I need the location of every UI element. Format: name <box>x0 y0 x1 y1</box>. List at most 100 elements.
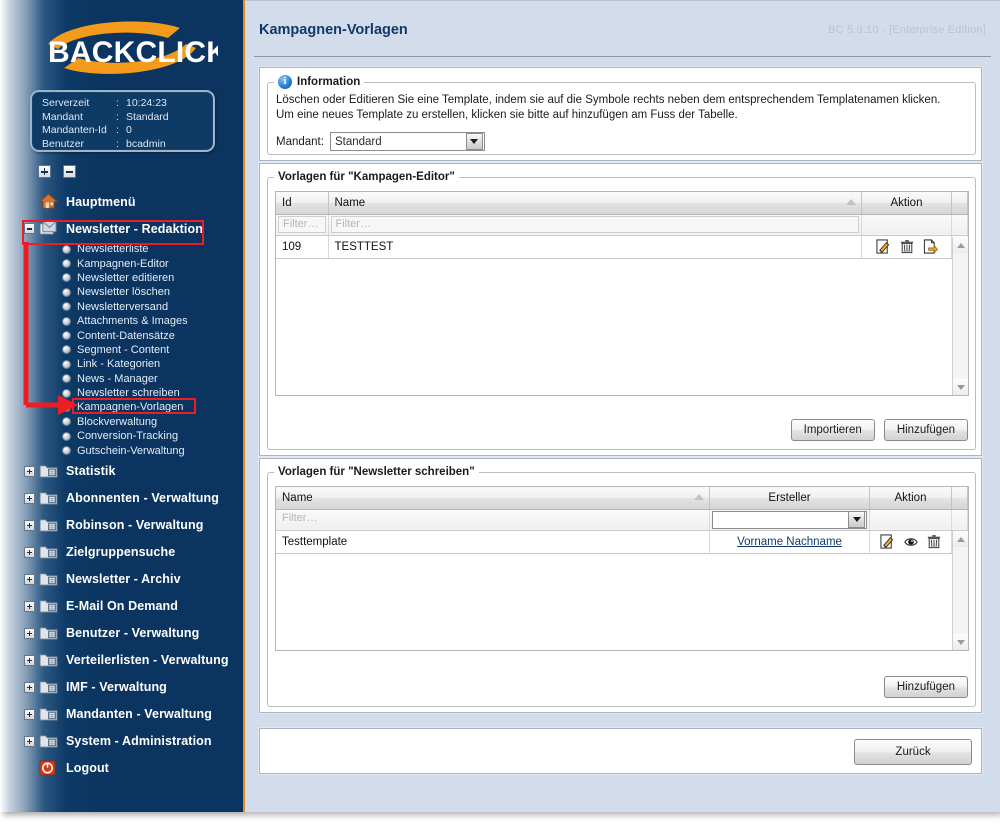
collapse-icon[interactable] <box>24 223 35 234</box>
scroll-up-button[interactable] <box>953 531 968 547</box>
sidebar-subitem-label: Kampagnen-Vorlagen <box>77 401 184 414</box>
sidebar-item-benutzer-verwaltung[interactable]: Benutzer - Verwaltung <box>0 620 243 647</box>
house-icon <box>38 193 59 210</box>
sidebar-subitem-newsletter-schreiben[interactable]: Newsletter schreiben <box>0 386 243 400</box>
sidebar-subitem-newsletterversand[interactable]: Newsletterversand <box>0 300 243 314</box>
newsletter-empty-area <box>276 554 954 650</box>
newsletter-scrollbar[interactable] <box>952 531 968 650</box>
filter-input-id[interactable]: Filter… <box>278 216 326 233</box>
sidebar-subitem-conversion-tracking[interactable]: Conversion-Tracking <box>0 429 243 443</box>
sidebar-item-label: Hauptmenü <box>66 194 136 209</box>
app-window: BACKCLICK Serverzeit : 10:24:23 Mandant … <box>0 0 1000 827</box>
sidebar-subitem-content-datens-tze[interactable]: Content-Datensätze <box>0 328 243 342</box>
expand-icon[interactable] <box>24 492 35 504</box>
filter-input-name[interactable]: Filter… <box>330 216 859 233</box>
sidebar-item-label: System - Administration <box>66 734 212 749</box>
sidebar-subitem-newsletter-l-schen[interactable]: Newsletter löschen <box>0 285 243 299</box>
sidebar-subitem-segment-content[interactable]: Segment - Content <box>0 343 243 357</box>
expand-icon[interactable] <box>24 735 35 747</box>
import-button[interactable]: Importieren <box>790 419 875 441</box>
delete-icon[interactable] <box>900 239 914 254</box>
edit-icon[interactable] <box>880 534 895 549</box>
add-campaign-template-button[interactable]: Hinzufügen <box>883 419 968 441</box>
expand-icon[interactable] <box>24 573 35 585</box>
scroll-down-button[interactable] <box>953 634 968 650</box>
filter-cell-name[interactable]: Filter… <box>276 509 710 531</box>
expand-icon[interactable] <box>24 519 35 531</box>
sidebar-subitem-kampagnen-editor[interactable]: Kampagnen-Editor <box>0 256 243 270</box>
sidebar-item-robinson-verwaltung[interactable]: Robinson - Verwaltung <box>0 512 243 539</box>
sidebar-item-e-mail-on-demand[interactable]: E-Mail On Demand <box>0 593 243 620</box>
campaign-scrollbar[interactable] <box>952 237 968 395</box>
ersteller-link[interactable]: Vorname Nachname <box>737 536 842 548</box>
sidebar-subitem-label: Conversion-Tracking <box>77 430 179 443</box>
expand-icon[interactable] <box>24 465 35 477</box>
mandant-select[interactable]: Standard <box>329 132 485 151</box>
edit-icon[interactable] <box>875 239 891 254</box>
add-newsletter-template-button[interactable]: Hinzufügen <box>883 676 968 698</box>
sidebar-subitem-kampagnen-vorlagen[interactable]: Kampagnen-Vorlagen <box>0 400 243 414</box>
mandant-label: Mandant: <box>276 135 324 148</box>
sidebar-item-imf-verwaltung[interactable]: IMF - Verwaltung <box>0 674 243 701</box>
table-row[interactable]: Testtemplate Vorname Nachname <box>276 530 968 554</box>
expand-icon[interactable] <box>24 600 35 612</box>
sidebar-item-statistik[interactable]: Statistik <box>0 458 243 485</box>
expand-icon[interactable] <box>24 654 35 666</box>
filter-cell-name[interactable]: Filter… <box>328 214 862 236</box>
info-row: Serverzeit : 10:24:23 <box>42 97 213 111</box>
sidebar-item-logout[interactable]: Logout <box>0 755 243 782</box>
sidebar-subitem-gutschein-verwaltung[interactable]: Gutschein-Verwaltung <box>0 443 243 457</box>
info-row: Benutzer : bcadmin <box>42 138 213 152</box>
expand-all-button[interactable] <box>38 165 51 178</box>
cell-actions <box>861 235 952 259</box>
sidebar-item-label: Abonnenten - Verwaltung <box>66 491 219 506</box>
sidebar-item-mandanten-verwaltung[interactable]: Mandanten - Verwaltung <box>0 701 243 728</box>
svg-text:BACKCLICK: BACKCLICK <box>48 36 218 69</box>
cell-name: TESTTEST <box>328 235 862 259</box>
expand-icon[interactable] <box>24 546 35 558</box>
sidebar-subitem-news-manager[interactable]: News - Manager <box>0 372 243 386</box>
delete-icon[interactable] <box>927 534 941 549</box>
scroll-down-button[interactable] <box>953 379 968 395</box>
info-key: Benutzer <box>42 137 85 150</box>
collapse-all-button[interactable] <box>63 165 76 178</box>
version-label: BC 5.9.10 - [Enterprise Edition] <box>827 24 986 36</box>
filter-input-name[interactable]: Filter… <box>278 511 707 528</box>
info-value: 0 <box>126 124 132 136</box>
sidebar-item-abonnenten-verwaltung[interactable]: Abonnenten - Verwaltung <box>0 485 243 512</box>
sort-ascending-icon <box>694 494 704 500</box>
filter-cell-id[interactable]: Filter… <box>276 214 329 236</box>
sidebar-item-newsletter-redaktion[interactable]: Newsletter - Redaktion <box>0 215 243 242</box>
back-button[interactable]: Zurück <box>854 739 972 765</box>
filter-cell-aktion <box>869 509 952 531</box>
export-icon[interactable] <box>923 239 938 254</box>
sidebar-subitem-link-kategorien[interactable]: Link - Kategorien <box>0 357 243 371</box>
sidebar-subitem-newsletter-editieren[interactable]: Newsletter editieren <box>0 271 243 285</box>
scroll-up-button[interactable] <box>953 237 968 253</box>
sidebar-subitem-newsletterliste[interactable]: Newsletterliste <box>0 242 243 256</box>
expand-icon[interactable] <box>24 708 35 720</box>
folder-icon <box>39 463 59 480</box>
sidebar-item-system-administration[interactable]: System - Administration <box>0 728 243 755</box>
campaign-buttons: Importieren Hinzufügen <box>790 419 968 441</box>
info-key: Serverzeit <box>42 97 90 109</box>
sidebar-item-verteilerlisten-verwaltung[interactable]: Verteilerlisten - Verwaltung <box>0 647 243 674</box>
expand-icon[interactable] <box>24 627 35 639</box>
column-header-name[interactable]: Name <box>328 192 862 215</box>
chevron-down-icon <box>465 133 483 150</box>
info-colon: : <box>116 137 119 150</box>
column-header-ersteller[interactable]: Ersteller <box>709 487 870 510</box>
sidebar-item-hauptmen[interactable]: Hauptmenü <box>0 188 243 215</box>
preview-icon[interactable] <box>904 536 918 548</box>
filter-select-ersteller[interactable] <box>712 510 867 529</box>
sidebar-subitem-blockverwaltung[interactable]: Blockverwaltung <box>0 415 243 429</box>
filter-cell-ersteller[interactable] <box>709 509 870 531</box>
sidebar-subitem-attachments-images[interactable]: Attachments & Images <box>0 314 243 328</box>
sidebar-item-zielgruppensuche[interactable]: Zielgruppensuche <box>0 539 243 566</box>
expand-icon[interactable] <box>24 681 35 693</box>
table-row[interactable]: 109 TESTTEST <box>276 235 968 259</box>
column-header-id[interactable]: Id <box>276 192 329 215</box>
column-header-name[interactable]: Name <box>276 487 710 510</box>
sidebar-item-newsletter-archiv[interactable]: Newsletter - Archiv <box>0 566 243 593</box>
logout-icon <box>39 760 59 777</box>
